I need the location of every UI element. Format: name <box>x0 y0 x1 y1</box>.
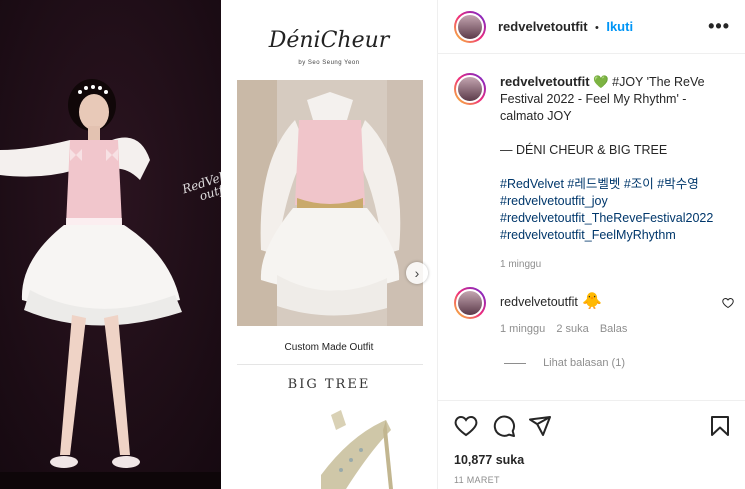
follow-button[interactable]: Ikuti <box>606 19 633 34</box>
hashtag-line[interactable]: #redvelvetoutfit_TheReveFestival2022 <box>500 210 730 227</box>
brand-title: DéniCheur <box>268 28 390 53</box>
outfit-photo <box>237 80 423 326</box>
avatar[interactable] <box>454 11 486 43</box>
header-username[interactable]: redvelvetoutfit <box>498 19 588 34</box>
comment-meta: 1 minggu 2 suka Balas <box>500 323 627 335</box>
view-replies-label: Lihat balasan (1) <box>543 357 626 369</box>
chick-emoji: 🐥 <box>582 293 603 310</box>
separator: • <box>595 22 599 34</box>
caption-time[interactable]: 1 minggu <box>500 256 730 273</box>
header-text: redvelvetoutfit • Ikuti <box>498 18 633 36</box>
share-plane-icon[interactable] <box>528 414 552 438</box>
caption-avatar[interactable] <box>454 73 486 105</box>
like-heart-icon[interactable] <box>454 414 478 438</box>
post-caption: redvelvetoutfit 💚 #JOY 'The ReVe Festiva… <box>500 73 730 273</box>
model-illustration <box>0 0 221 489</box>
post-actions: 10,877 suka 11 MARET <box>438 400 745 489</box>
second-brand-title: BIG TREE <box>287 377 371 392</box>
comments-section[interactable]: redvelvetoutfit 💚 #JOY 'The ReVe Festiva… <box>438 55 745 400</box>
model-photo: RedVelvet outfit <box>0 0 221 489</box>
post-header: redvelvetoutfit • Ikuti ••• <box>438 0 745 54</box>
post-date[interactable]: 11 MARET <box>454 475 500 485</box>
view-replies-button[interactable]: Lihat balasan (1) <box>504 357 625 369</box>
hashtag-line[interactable]: #RedVelvet #레드벨벳 #조이 #박수영 <box>500 176 730 193</box>
next-image-button[interactable]: › <box>406 262 428 284</box>
outfit-caption: Custom Made Outfit <box>284 342 374 353</box>
comment-time[interactable]: 1 minggu <box>500 323 545 335</box>
bookmark-icon[interactable] <box>708 414 732 438</box>
caption-credit: — DÉNI CHEUR & BIG TREE <box>500 143 668 157</box>
green-heart-icon: 💚 <box>593 75 609 89</box>
brand-subtitle: by Seo Seung Yeon <box>298 60 360 66</box>
chevron-right-icon: › <box>414 265 420 281</box>
outfit-reference: DéniCheur by Seo Seung Yeon Custom Made … <box>221 0 437 489</box>
comment-bubble-icon[interactable] <box>492 414 516 438</box>
likes-count[interactable]: 10,877 suka <box>454 453 524 467</box>
post-sidebar: redvelvetoutfit • Ikuti ••• redvelvetout… <box>437 0 745 489</box>
divider <box>237 364 423 365</box>
caption-username[interactable]: redvelvetoutfit <box>500 74 590 89</box>
comment-likes[interactable]: 2 suka <box>556 323 588 335</box>
more-dots-icon[interactable]: ••• <box>708 16 730 37</box>
hashtag-line[interactable]: #redvelvetoutfit_joy <box>500 193 730 210</box>
comment: redvelvetoutfit 🐥 <box>500 291 602 311</box>
reply-button[interactable]: Balas <box>600 323 628 335</box>
comment-like-heart-icon[interactable] <box>722 296 734 314</box>
shoe-illustration <box>321 410 393 489</box>
comment-avatar[interactable] <box>454 287 486 319</box>
hashtag-line[interactable]: #redvelvetoutfit_FeelMyRhythm <box>500 227 730 244</box>
post-media[interactable]: RedVelvet outfit DéniCheur by Seo Seung … <box>0 0 437 489</box>
comment-username[interactable]: redvelvetoutfit <box>500 295 578 309</box>
